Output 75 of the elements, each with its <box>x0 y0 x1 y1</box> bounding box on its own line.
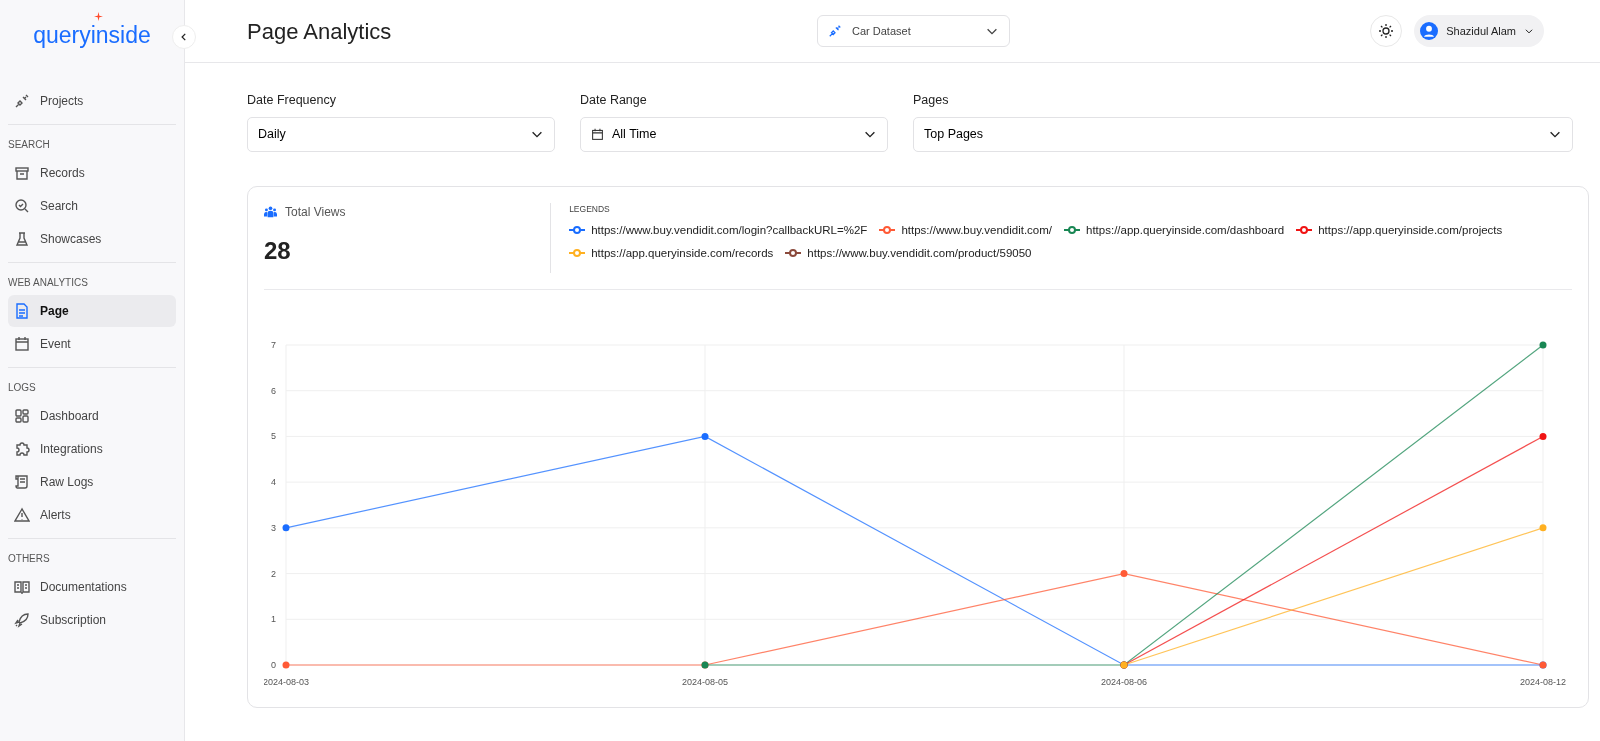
grid-icon <box>14 408 30 424</box>
section-heading: OTHERS <box>8 552 51 566</box>
calendar-icon <box>14 336 30 352</box>
document-icon <box>14 303 30 319</box>
y-tick-label: 0 <box>271 659 276 670</box>
sidebar-item[interactable]: Projects <box>8 85 176 117</box>
data-point <box>1539 341 1547 349</box>
section-heading: SEARCH <box>8 138 51 152</box>
legend-label: https://www.buy.vendidit.com/product/59050 <box>807 245 1032 261</box>
stat-label: Total Views <box>285 203 346 221</box>
legend-label: https://app.queryinside.com/projects <box>1318 222 1503 238</box>
sidebar-item[interactable]: Showcases <box>8 223 176 255</box>
chevron-down-icon <box>1524 26 1534 36</box>
select-field[interactable]: Top Pages <box>913 116 1573 152</box>
x-tick-label: 2024-08-12 <box>1520 676 1566 687</box>
page-title: Page Analytics <box>247 17 393 46</box>
scroll-icon <box>14 474 30 490</box>
sidebar-item[interactable]: Page <box>8 295 176 327</box>
sidebar-item[interactable]: Alerts <box>8 499 176 531</box>
user-avatar-icon <box>1420 22 1439 40</box>
sidebar-item[interactable]: Event <box>8 328 176 360</box>
select-field[interactable]: Daily <box>247 116 555 152</box>
y-tick-label: 7 <box>271 339 276 350</box>
chevron-left-icon <box>179 32 189 42</box>
x-tick-label: 2024-08-05 <box>682 676 728 687</box>
select-field[interactable]: All Time <box>580 116 888 152</box>
x-tick-label: 2024-08-03 <box>264 676 309 687</box>
sidebar-item[interactable]: Subscription <box>8 604 176 636</box>
stat-value: 28 <box>264 235 292 266</box>
data-point <box>1539 524 1547 532</box>
legend-label: https://app.queryinside.com/records <box>591 245 774 261</box>
legend-label: https://app.queryinside.com/dashboard <box>1086 222 1285 238</box>
people-icon <box>264 205 277 219</box>
sidebar-item[interactable]: Search <box>8 190 176 222</box>
rocket-icon <box>14 612 30 628</box>
x-tick-label: 2024-08-06 <box>1101 676 1147 687</box>
field-label: Pages <box>913 92 950 109</box>
theme-toggle-button[interactable] <box>1370 15 1403 47</box>
y-tick-label: 3 <box>271 522 276 533</box>
book-icon <box>14 579 30 595</box>
legend-label: https://www.buy.vendidit.com/ <box>901 222 1052 238</box>
search-icon <box>14 198 30 214</box>
sidebar-item[interactable]: Documentations <box>8 571 176 603</box>
user-menu-button[interactable]: Shazidul Alam <box>1414 15 1544 47</box>
puzzle-icon <box>14 441 30 457</box>
data-point <box>1120 569 1128 577</box>
calendar-icon <box>591 127 604 141</box>
y-tick-label: 6 <box>271 385 276 396</box>
legend-heading: LEGENDS <box>569 202 611 216</box>
y-tick-label: 4 <box>271 476 276 487</box>
data-point <box>282 661 290 669</box>
data-point <box>1539 432 1547 440</box>
sidebar-item[interactable]: Raw Logs <box>8 466 176 498</box>
sidebar-item[interactable]: Records <box>8 157 176 189</box>
star-icon <box>94 12 103 21</box>
sun-icon <box>1378 23 1395 39</box>
y-tick-label: 1 <box>271 614 276 625</box>
y-tick-label: 5 <box>271 431 276 442</box>
plug-icon <box>14 93 30 109</box>
plug-icon <box>828 24 842 38</box>
flask-icon <box>14 231 30 247</box>
field-label: Date Range <box>580 92 648 109</box>
section-heading: LOGS <box>8 381 37 395</box>
warning-icon <box>14 507 30 523</box>
archive-box-icon <box>14 165 30 181</box>
field-label: Date Frequency <box>247 92 337 109</box>
sidebar-item[interactable]: Integrations <box>8 433 176 465</box>
y-tick-label: 2 <box>271 568 276 579</box>
sidebar-item[interactable]: Dashboard <box>8 400 176 432</box>
section-heading: WEB ANALYTICS <box>8 276 89 290</box>
dataset-select[interactable]: Car Dataset <box>817 15 1010 47</box>
legend-label: https://www.buy.vendidit.com/login?callbackURL=%2F <box>591 222 868 238</box>
logo: queryinside <box>33 24 151 47</box>
data-point <box>282 524 290 532</box>
data-point <box>701 432 709 440</box>
